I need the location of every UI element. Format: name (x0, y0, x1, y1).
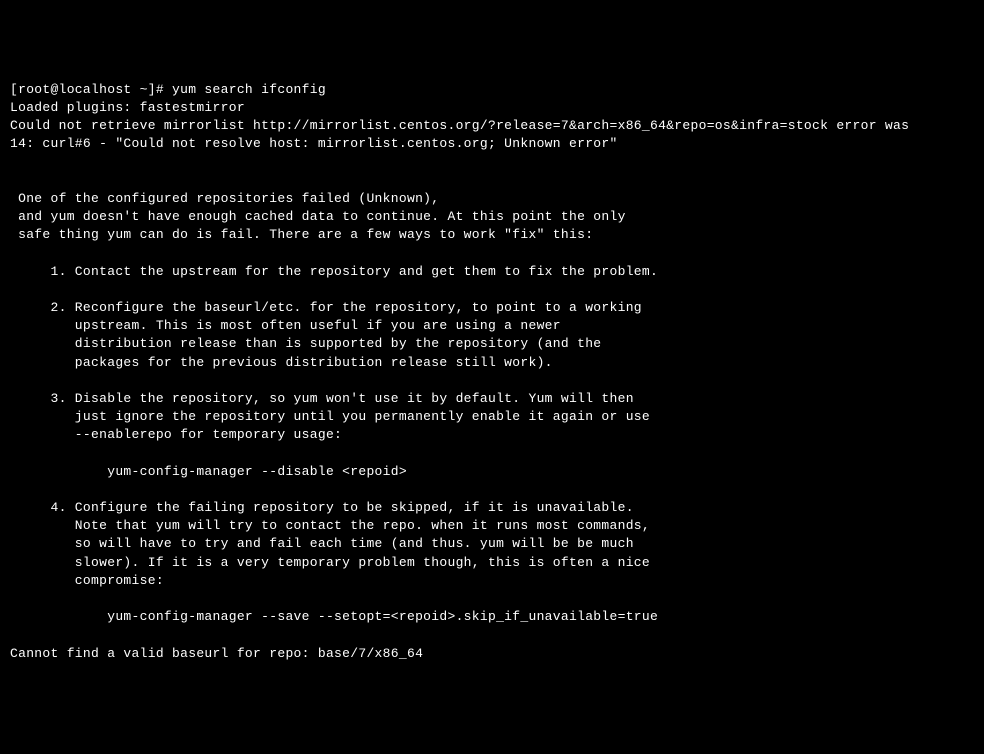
terminal-output[interactable]: [root@localhost ~]# yum search ifconfig … (10, 81, 974, 663)
terminal-line: just ignore the repository until you per… (10, 409, 650, 424)
terminal-line: One of the configured repositories faile… (10, 191, 439, 206)
terminal-line: yum-config-manager --disable <repoid> (10, 464, 407, 479)
terminal-line: packages for the previous distribution r… (10, 355, 553, 370)
terminal-line: safe thing yum can do is fail. There are… (10, 227, 593, 242)
terminal-line: slower). If it is a very temporary probl… (10, 555, 650, 570)
terminal-line: 3. Disable the repository, so yum won't … (10, 391, 634, 406)
terminal-line: --enablerepo for temporary usage: (10, 427, 342, 442)
terminal-line: Loaded plugins: fastestmirror (10, 100, 245, 115)
terminal-line: 14: curl#6 - "Could not resolve host: mi… (10, 136, 618, 151)
terminal-line: Cannot find a valid baseurl for repo: ba… (10, 646, 423, 661)
terminal-line: 2. Reconfigure the baseurl/etc. for the … (10, 300, 642, 315)
terminal-line: upstream. This is most often useful if y… (10, 318, 561, 333)
terminal-line: compromise: (10, 573, 164, 588)
terminal-line: so will have to try and fail each time (… (10, 536, 634, 551)
terminal-line: yum-config-manager --save --setopt=<repo… (10, 609, 658, 624)
terminal-line: and yum doesn't have enough cached data … (10, 209, 626, 224)
terminal-line: [root@localhost ~]# yum search ifconfig (10, 82, 326, 97)
terminal-line: Note that yum will try to contact the re… (10, 518, 650, 533)
terminal-line: Could not retrieve mirrorlist http://mir… (10, 118, 909, 133)
terminal-line: 1. Contact the upstream for the reposito… (10, 264, 658, 279)
terminal-line: 4. Configure the failing repository to b… (10, 500, 634, 515)
terminal-line: distribution release than is supported b… (10, 336, 601, 351)
